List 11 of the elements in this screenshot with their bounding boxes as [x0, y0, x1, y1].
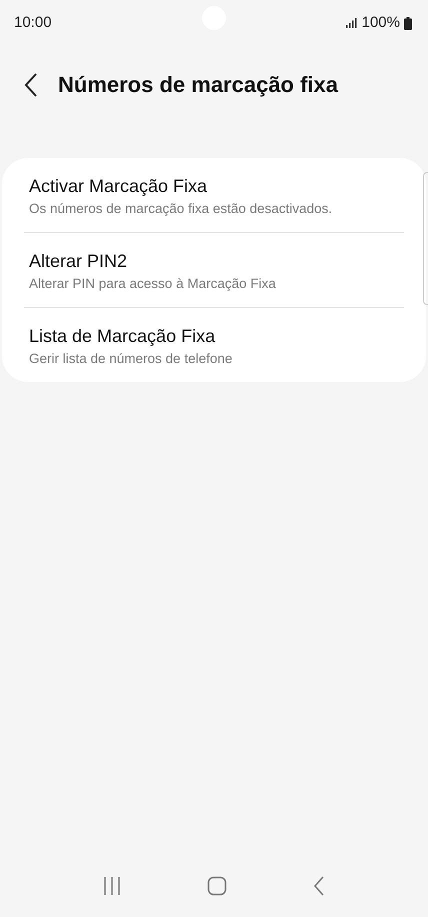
battery-percent: 100%	[362, 12, 400, 33]
page-title: Números de marcação fixa	[58, 71, 338, 99]
home-icon[interactable]	[207, 876, 227, 896]
signal-icon	[346, 18, 358, 28]
settings-item[interactable]: Activar Marcação Fixa Os números de marcação fixa estão desactivados.	[2, 158, 426, 232]
recent-apps-icon[interactable]	[103, 876, 121, 896]
settings-item[interactable]: Alterar PIN2 Alterar PIN para acesso à Marcação Fixa	[2, 233, 426, 307]
battery-icon	[404, 16, 412, 30]
settings-item[interactable]: Lista de Marcação Fixa Gerir lista de números de telefone	[2, 308, 426, 382]
status-time: 10:00	[14, 12, 52, 33]
back-icon[interactable]	[24, 72, 38, 98]
